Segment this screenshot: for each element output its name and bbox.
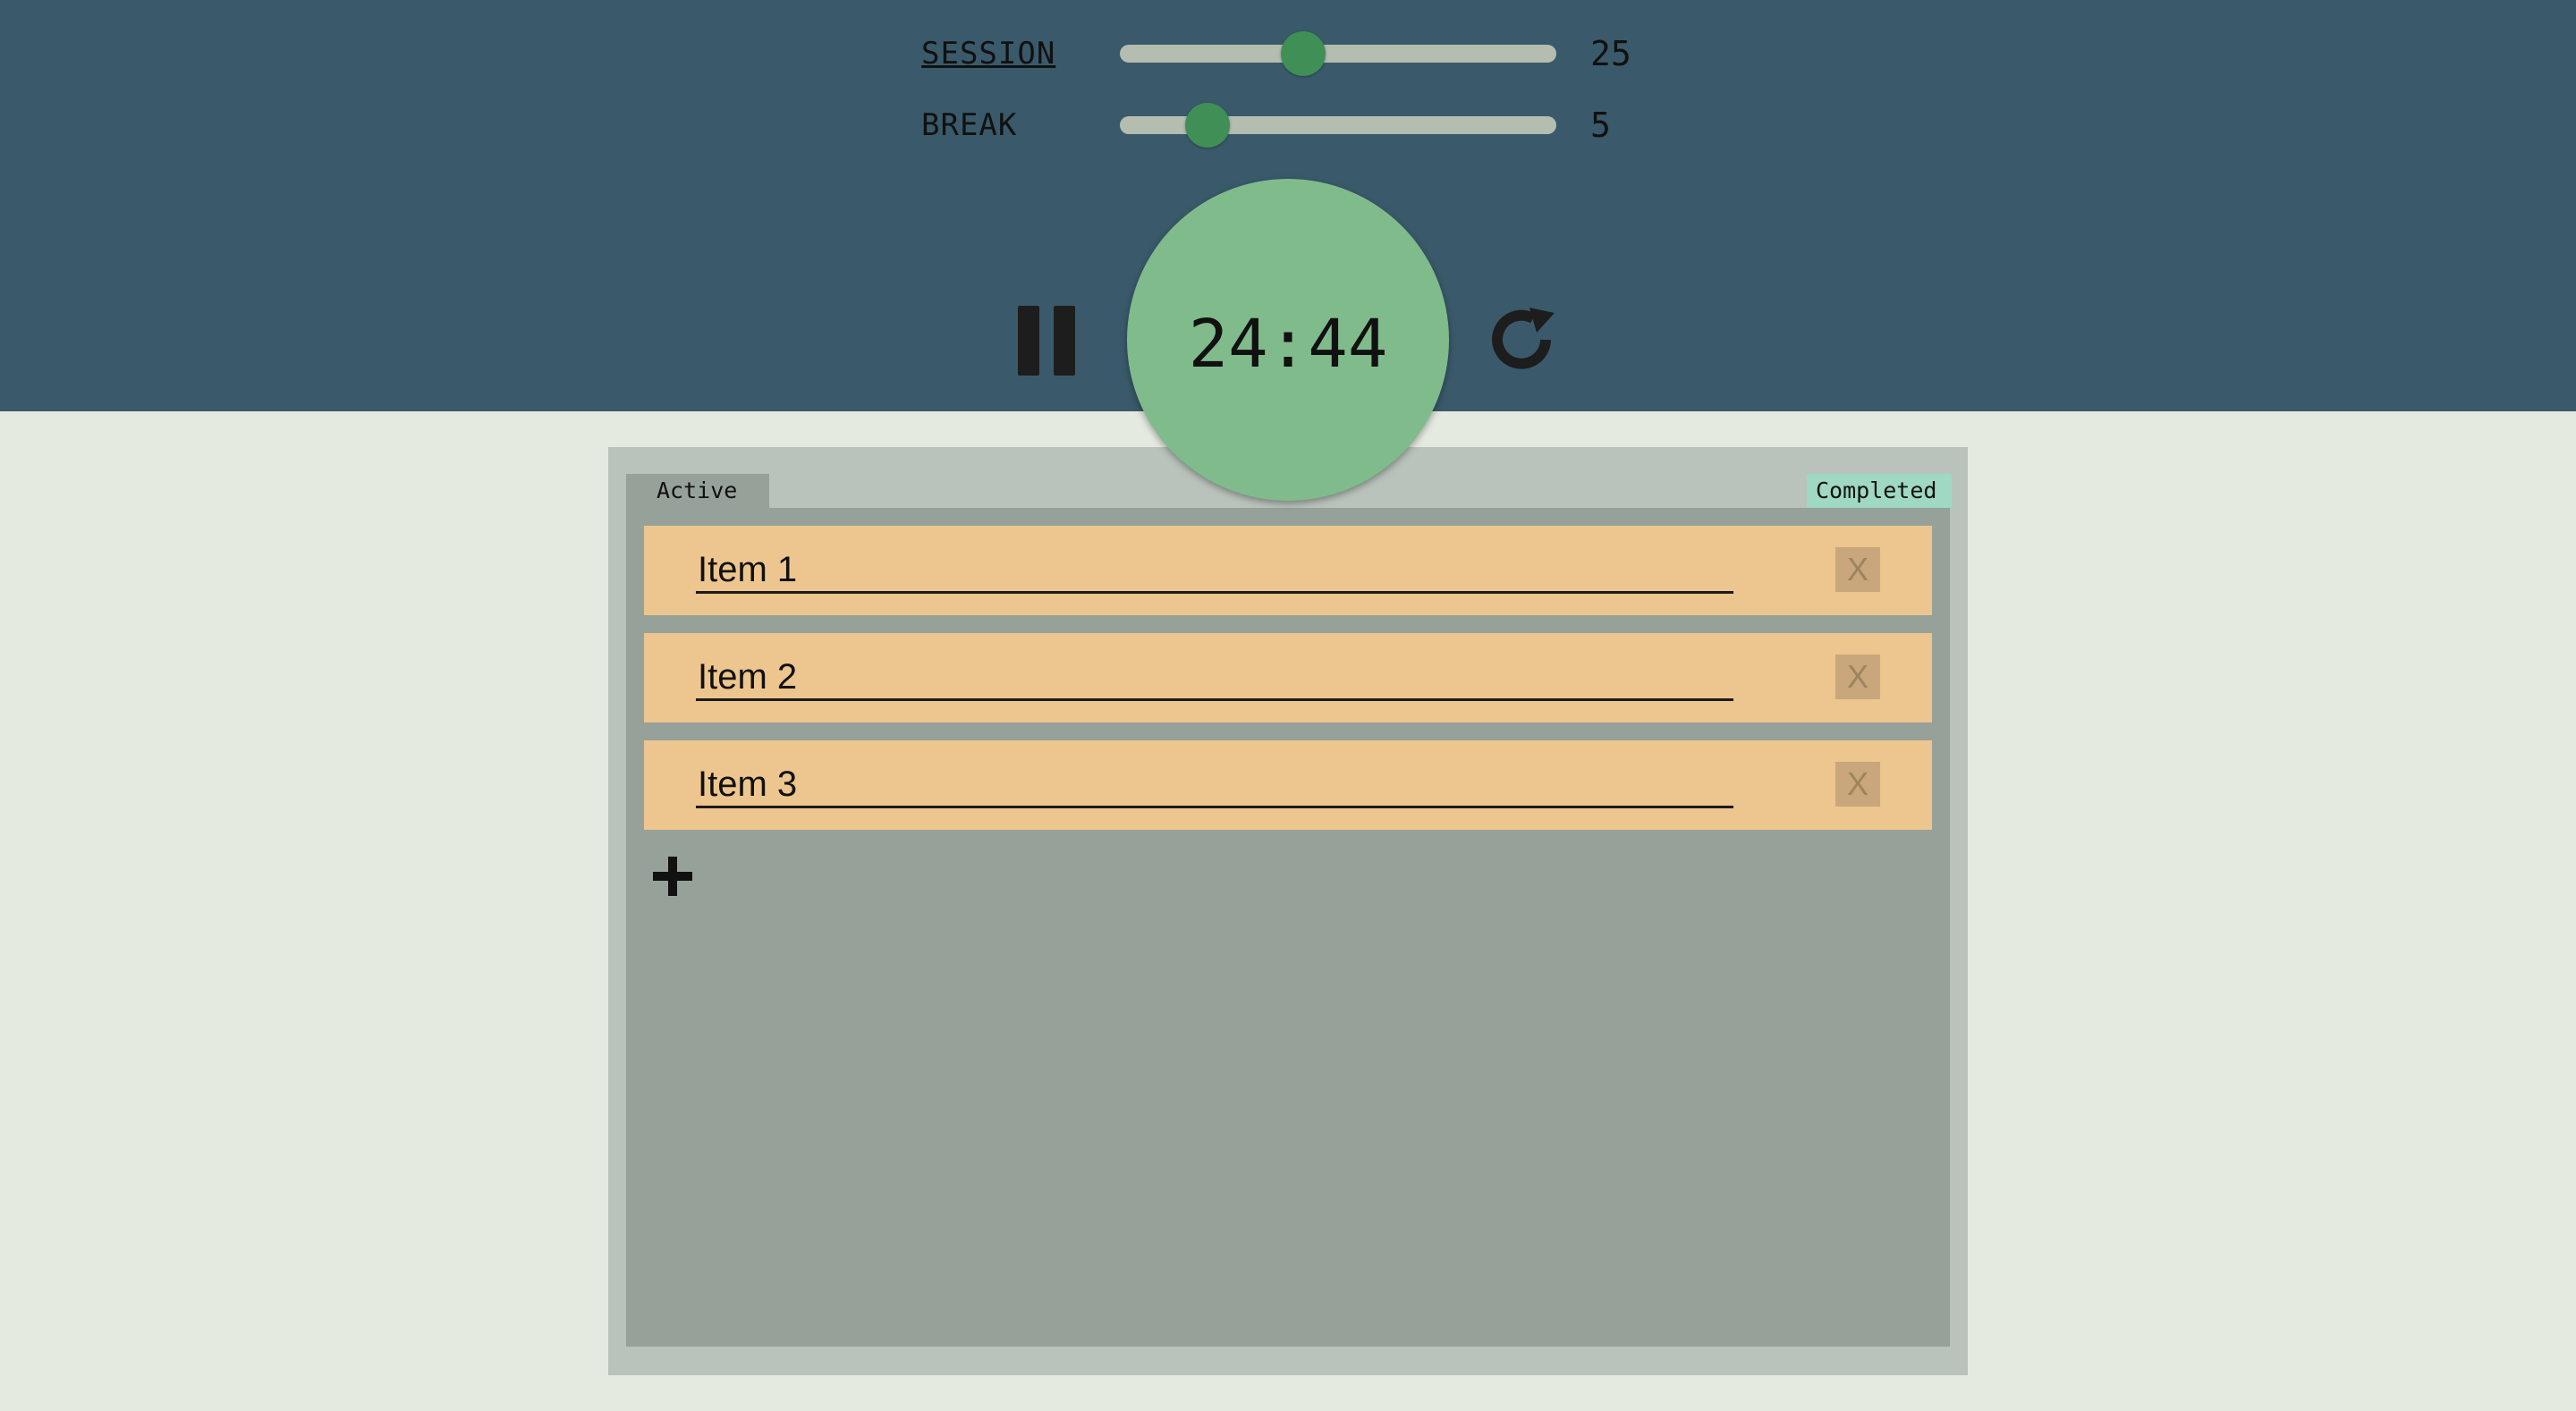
session-value: 25	[1590, 34, 1631, 73]
list-item: X	[644, 526, 1932, 615]
add-item-button[interactable]	[651, 855, 694, 898]
todo-list: X X X	[626, 508, 1950, 1347]
break-slider-thumb[interactable]	[1184, 103, 1230, 148]
item-text-input[interactable]	[696, 653, 1733, 701]
tab-completed[interactable]: Completed	[1807, 474, 1952, 508]
delete-item-button[interactable]: X	[1835, 547, 1880, 592]
plus-icon	[653, 857, 692, 896]
break-label: BREAK	[921, 107, 1018, 143]
reset-icon	[1492, 308, 1555, 369]
session-slider-thumb[interactable]	[1280, 31, 1326, 76]
delete-item-button[interactable]: X	[1835, 655, 1880, 699]
session-slider[interactable]	[1120, 31, 1556, 76]
break-value: 5	[1590, 106, 1611, 145]
break-setting: BREAK 5	[921, 98, 1637, 152]
delete-item-button[interactable]: X	[1835, 762, 1880, 807]
session-setting: SESSION 25	[921, 27, 1637, 80]
reset-button[interactable]	[1490, 304, 1558, 376]
pause-button[interactable]	[1016, 306, 1077, 376]
break-slider[interactable]	[1120, 103, 1556, 148]
todo-panel: Active Completed X X X	[608, 447, 1968, 1375]
item-text-input[interactable]	[696, 545, 1733, 594]
list-item: X	[644, 740, 1932, 830]
timer-display[interactable]: 24:44	[1127, 179, 1449, 501]
list-item: X	[644, 633, 1932, 722]
tab-active[interactable]: Active	[626, 474, 769, 508]
session-label: SESSION	[921, 36, 1056, 72]
item-text-input[interactable]	[696, 760, 1733, 808]
timer-countdown: 24:44	[1188, 306, 1388, 383]
